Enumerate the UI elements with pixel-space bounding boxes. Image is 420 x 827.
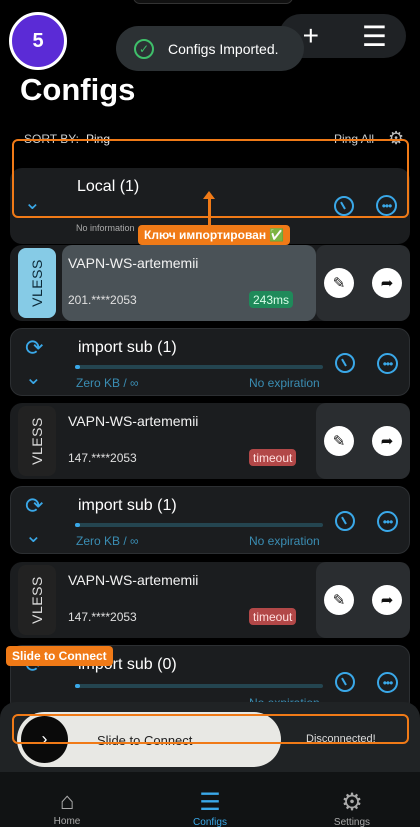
tab-home[interactable]: ⌂ Home (27, 788, 107, 827)
edit-icon[interactable]: ✎ (324, 585, 354, 615)
tab-label: Home (53, 816, 81, 827)
server-actions: ✎ ➦ (316, 403, 410, 479)
tab-settings[interactable]: ⚙ Settings (312, 788, 392, 827)
group-import-sub[interactable]: ⟳ ⌄ import sub (1) Zero KB / ∞ No expira… (10, 486, 410, 554)
latency-badge: 243ms (249, 291, 294, 308)
page-title: Configs (20, 72, 136, 107)
group-info: No information (76, 223, 135, 233)
toast: ✓ Configs Imported. (116, 26, 304, 71)
group-import-sub[interactable]: ⟳ ⌄ import sub (1) Zero KB / ∞ No expira… (10, 328, 410, 396)
tab-bar: ⌂ Home ☰ Configs ⚙ Settings (0, 772, 420, 827)
usage-text: Zero KB / ∞ (76, 534, 139, 548)
home-icon: ⌂ (59, 788, 75, 815)
more-icon[interactable]: ••• (377, 672, 398, 693)
latency-badge: timeout (249, 608, 297, 625)
check-circle-icon: ✓ (134, 38, 154, 59)
list-icon[interactable]: ☰ (354, 20, 394, 53)
more-icon[interactable]: ••• (377, 511, 398, 532)
share-icon[interactable]: ➦ (372, 585, 402, 615)
usage-bar (75, 523, 323, 527)
speed-test-icon[interactable] (335, 353, 355, 373)
share-icon[interactable]: ➦ (372, 268, 402, 298)
chevron-down-icon[interactable]: ⌄ (25, 523, 42, 548)
edit-icon[interactable]: ✎ (324, 268, 354, 298)
server-name: VAPN-WS-artememii (68, 255, 199, 271)
tab-configs[interactable]: ☰ Configs (170, 788, 250, 827)
chevron-down-icon[interactable]: ⌄ (25, 365, 42, 390)
annotation-label-slide: Slide to Connect (6, 646, 113, 666)
tab-label: Settings (333, 817, 371, 827)
more-icon[interactable]: ••• (377, 353, 398, 374)
server-address: 147.****2053 (68, 610, 137, 624)
tab-label: Configs (193, 817, 227, 827)
speed-test-icon[interactable] (335, 672, 355, 692)
server-actions: ✎ ➦ (316, 245, 410, 321)
status-pill (133, 0, 293, 4)
annotation-arrow (203, 191, 215, 227)
server-row[interactable]: VLESS VAPN-WS-artememii 147.****2053 tim… (10, 403, 410, 479)
protocol-badge: VLESS (18, 565, 56, 635)
refresh-icon[interactable]: ⟳ (25, 335, 43, 361)
speed-test-icon[interactable] (335, 511, 355, 531)
edit-icon[interactable]: ✎ (324, 426, 354, 456)
latency-badge: timeout (249, 449, 297, 466)
usage-bar (75, 365, 323, 369)
refresh-icon[interactable]: ⟳ (25, 493, 43, 519)
group-name: import sub (1) (78, 339, 177, 356)
annotation-box-slider (12, 714, 409, 744)
toast-message: Configs Imported. (168, 40, 279, 57)
server-address: 201.****2053 (68, 293, 137, 307)
expiration-text: No expiration (249, 376, 320, 390)
step-badge: 5 (9, 12, 67, 70)
server-row[interactable]: VLESS VAPN-WS-artememii 147.****2053 tim… (10, 562, 410, 638)
expiration-text: No expiration (249, 534, 320, 548)
annotation-label-imported: Ключ импортирован ✅ (138, 225, 291, 245)
share-icon[interactable]: ➦ (372, 426, 402, 456)
usage-bar (75, 684, 323, 688)
gear-icon: ⚙ (341, 789, 363, 816)
protocol-badge: VLESS (18, 406, 56, 476)
server-row[interactable]: VLESS VAPN-WS-artememii 201.****2053 243… (10, 245, 410, 321)
server-actions: ✎ ➦ (316, 562, 410, 638)
server-address: 147.****2053 (68, 451, 137, 465)
group-name: import sub (1) (78, 497, 177, 514)
protocol-badge: VLESS (18, 248, 56, 318)
server-name: VAPN-WS-artememii (68, 413, 199, 429)
server-name: VAPN-WS-artememii (68, 572, 199, 588)
list-icon: ☰ (199, 789, 221, 816)
usage-text: Zero KB / ∞ (76, 376, 139, 390)
